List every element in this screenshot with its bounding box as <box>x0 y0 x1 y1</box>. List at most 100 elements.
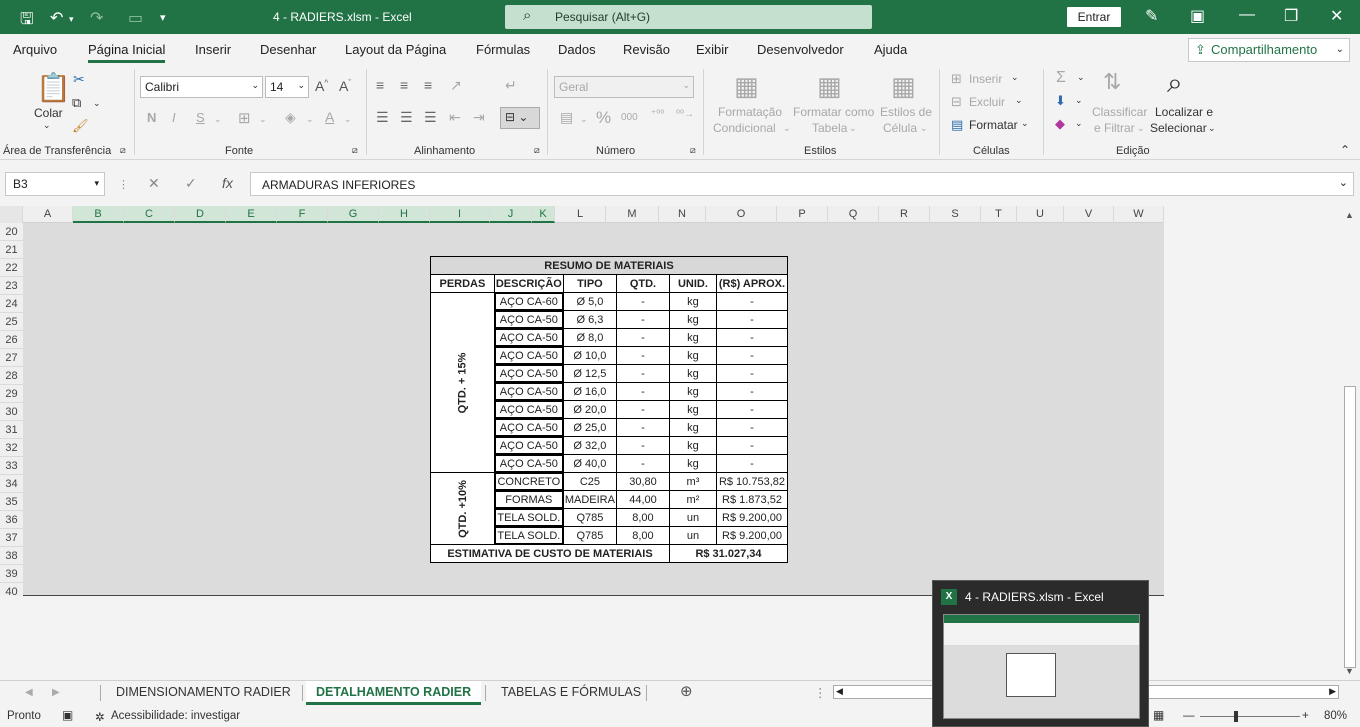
column-header[interactable]: M <box>606 206 659 223</box>
table-cell[interactable]: TELA SOLD. <box>493 526 564 545</box>
paste-label[interactable]: Colar <box>34 106 63 120</box>
font-launcher-icon[interactable]: ⧄ <box>352 145 358 156</box>
row-header[interactable]: 34 <box>0 475 23 493</box>
insert-cells-icon[interactable]: ⊞ <box>951 71 962 87</box>
select-all-corner[interactable] <box>0 206 23 223</box>
zoom-in-icon[interactable]: + <box>1302 710 1309 722</box>
table-cell[interactable]: AÇO CA-50 <box>493 364 564 383</box>
thousands-icon[interactable]: 000 <box>621 112 638 123</box>
table-cell[interactable]: AÇO CA-50 <box>493 328 564 347</box>
save-icon[interactable]: 🖫 <box>20 8 34 35</box>
insert-cells-label[interactable]: Inserir <box>969 72 1002 86</box>
table-cell[interactable]: kg <box>668 382 717 401</box>
row-header[interactable]: 37 <box>0 529 23 547</box>
borders-dropdown-icon[interactable]: ⌄ <box>259 114 267 125</box>
increase-font-icon[interactable]: A^ <box>315 78 328 94</box>
table-cell[interactable]: R$ 9.200,00 <box>715 526 788 545</box>
accounting-dropdown-icon[interactable]: ⌄ <box>580 114 588 125</box>
format-dropdown-icon[interactable]: ⌄ <box>1021 118 1029 129</box>
table-cell[interactable]: - <box>615 310 670 329</box>
sheet-tab-dimensionamento[interactable]: DIMENSIONAMENTO RADIER <box>116 685 291 699</box>
font-color-dropdown-icon[interactable]: ⌄ <box>344 114 352 125</box>
table-cell[interactable]: Ø 5,0 <box>562 292 617 311</box>
table-cell[interactable]: R$ 9.200,00 <box>715 508 788 527</box>
search-box[interactable]: ⌕ Pesquisar (Alt+G) <box>505 5 872 29</box>
fill-color-icon[interactable]: ◈ <box>285 109 296 126</box>
format-cells-label[interactable]: Formatar <box>969 118 1018 132</box>
collapse-ribbon-icon[interactable]: ⌃ <box>1340 143 1350 157</box>
table-cell[interactable]: kg <box>668 400 717 419</box>
customize-qat-icon[interactable]: ▾ <box>160 11 166 24</box>
sort-filter-label-2[interactable]: e Filtrar <box>1094 121 1135 135</box>
pen-icon[interactable]: ✎ <box>1145 6 1158 26</box>
table-cell[interactable]: CONCRETO <box>493 472 564 491</box>
tab-dados[interactable]: Dados <box>558 42 596 57</box>
table-cell[interactable]: Q785 <box>562 526 617 545</box>
close-icon[interactable]: ✕ <box>1330 6 1343 26</box>
table-cell[interactable]: - <box>615 382 670 401</box>
bold-icon[interactable]: N <box>147 110 156 125</box>
table-cell[interactable]: - <box>615 436 670 455</box>
table-cell[interactable]: kg <box>668 454 717 473</box>
formula-input[interactable]: ARMADURAS INFERIORES ⌄ <box>250 172 1354 196</box>
percent-icon[interactable]: % <box>596 108 611 128</box>
align-bottom-icon[interactable]: ≡ <box>424 77 432 93</box>
restore-icon[interactable]: ❐ <box>1284 6 1298 26</box>
sheet-tab-tabelas[interactable]: TABELAS E FÓRMULAS <box>501 685 641 699</box>
header-unid[interactable]: UNID. <box>668 274 717 293</box>
decrease-decimal-icon[interactable]: ⁰⁰→ <box>676 109 694 120</box>
increase-decimal-icon[interactable]: ⁺⁰⁰ <box>651 109 664 120</box>
tab-pagina-inicial[interactable]: Página Inicial <box>88 42 166 63</box>
column-header[interactable]: J <box>490 206 532 223</box>
table-cell[interactable]: - <box>715 292 788 311</box>
align-right-icon[interactable]: ☰ <box>424 109 437 126</box>
table-cell[interactable]: - <box>715 364 788 383</box>
next-sheet-icon[interactable]: ▶ <box>52 687 60 698</box>
cancel-icon[interactable]: ✕ <box>148 175 160 192</box>
decrease-indent-icon[interactable]: ⇤ <box>449 109 461 126</box>
column-header[interactable]: I <box>430 206 490 223</box>
scroll-right-icon[interactable]: ▶ <box>1329 686 1336 697</box>
table-cell[interactable]: Ø 40,0 <box>562 454 617 473</box>
underline-dropdown-icon[interactable]: ⌄ <box>214 114 222 125</box>
table-cell[interactable]: kg <box>668 310 717 329</box>
format-table-label-2[interactable]: Tabela <box>812 121 847 135</box>
column-header[interactable]: F <box>277 206 328 223</box>
font-color-icon[interactable]: A <box>325 109 334 125</box>
table-cell[interactable]: - <box>615 400 670 419</box>
table-cell[interactable]: AÇO CA-50 <box>493 436 564 455</box>
table-cell[interactable]: AÇO CA-50 <box>493 382 564 401</box>
table-cell[interactable]: - <box>715 454 788 473</box>
table-cell[interactable]: AÇO CA-50 <box>493 310 564 329</box>
column-header[interactable]: A <box>23 206 73 223</box>
cell-styles-label-1[interactable]: Estilos de <box>880 105 932 119</box>
row-header[interactable]: 27 <box>0 349 23 367</box>
table-cell[interactable]: m³ <box>668 472 717 491</box>
delete-dropdown-icon[interactable]: ⌄ <box>1015 95 1023 106</box>
column-header[interactable]: H <box>379 206 430 223</box>
column-header[interactable]: P <box>777 206 828 223</box>
format-table-label-1[interactable]: Formatar como <box>793 105 874 119</box>
format-painter-icon[interactable]: 🖌 <box>72 118 89 134</box>
table-cell[interactable]: - <box>615 454 670 473</box>
table-cell[interactable]: - <box>715 328 788 347</box>
conditional-dropdown-icon[interactable]: ⌄ <box>783 123 791 134</box>
fill-dropdown-icon[interactable]: ⌄ <box>1075 95 1083 106</box>
column-header[interactable]: G <box>328 206 379 223</box>
row-header[interactable]: 28 <box>0 367 23 385</box>
sort-dropdown-icon[interactable]: ⌄ <box>1137 123 1145 134</box>
header-tipo[interactable]: TIPO <box>562 274 617 293</box>
name-box[interactable]: B3 ▾ <box>5 172 105 196</box>
scrollbar-thumb[interactable] <box>1344 386 1356 668</box>
copy-icon[interactable]: ⧉ <box>72 95 81 111</box>
table-cell[interactable]: Ø 8,0 <box>562 328 617 347</box>
insert-dropdown-icon[interactable]: ⌄ <box>1011 72 1019 83</box>
scroll-down-icon[interactable]: ▼ <box>1345 666 1354 676</box>
minimize-icon[interactable]: — <box>1239 6 1255 24</box>
table-cell[interactable]: un <box>668 508 717 527</box>
row-header[interactable]: 29 <box>0 385 23 403</box>
header-descricao[interactable]: DESCRIÇÃO <box>493 274 564 293</box>
tab-desenvolvedor[interactable]: Desenvolvedor <box>757 42 844 57</box>
table-cell[interactable]: 8,00 <box>615 526 670 545</box>
undo-dropdown-icon[interactable]: ▾ <box>69 14 74 25</box>
